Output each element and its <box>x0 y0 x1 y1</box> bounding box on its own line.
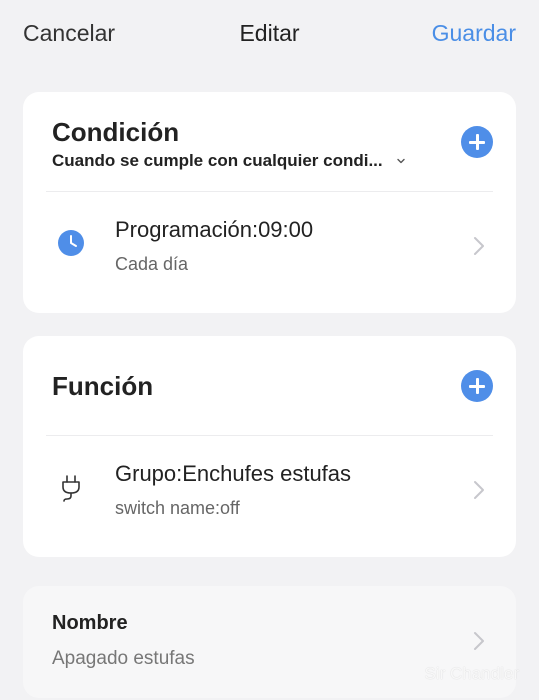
condition-row-schedule[interactable]: Programación:09:00 Cada día <box>23 192 516 313</box>
plug-icon <box>62 475 80 502</box>
chevron-down-icon <box>396 158 405 164</box>
cancel-button[interactable]: Cancelar <box>23 19 115 47</box>
clock-icon <box>58 230 84 256</box>
chevron-right-icon <box>474 237 484 255</box>
schedule-repeat: Cada día <box>115 254 189 274</box>
chevron-right-icon <box>474 632 484 650</box>
condition-title: Condición <box>52 117 180 147</box>
add-condition-button[interactable] <box>461 126 493 158</box>
name-value: Apagado estufas <box>52 648 195 669</box>
condition-card: Condición Cuando se cumple con cualquier… <box>23 92 516 313</box>
group-title: Grupo:Enchufes estufas <box>115 461 352 486</box>
function-card: Función Grupo:Enchufes estufas switch na… <box>23 336 516 557</box>
condition-mode-dropdown[interactable]: Cuando se cumple con cualquier condi... <box>52 151 447 171</box>
add-function-button[interactable] <box>461 370 493 402</box>
chevron-right-icon <box>474 481 484 499</box>
navigation-bar: Cancelar Editar Guardar <box>0 0 539 64</box>
condition-mode-label: Cuando se cumple con cualquier condi... <box>52 151 383 170</box>
schedule-title: Programación:09:00 <box>115 217 314 242</box>
function-title: Función <box>52 371 154 401</box>
watermark: Sir Chandler <box>424 664 520 683</box>
name-label: Nombre <box>52 612 128 634</box>
save-button[interactable]: Guardar <box>432 19 516 47</box>
group-action: switch name:off <box>115 498 240 518</box>
function-row-group[interactable]: Grupo:Enchufes estufas switch name:off <box>23 436 516 557</box>
